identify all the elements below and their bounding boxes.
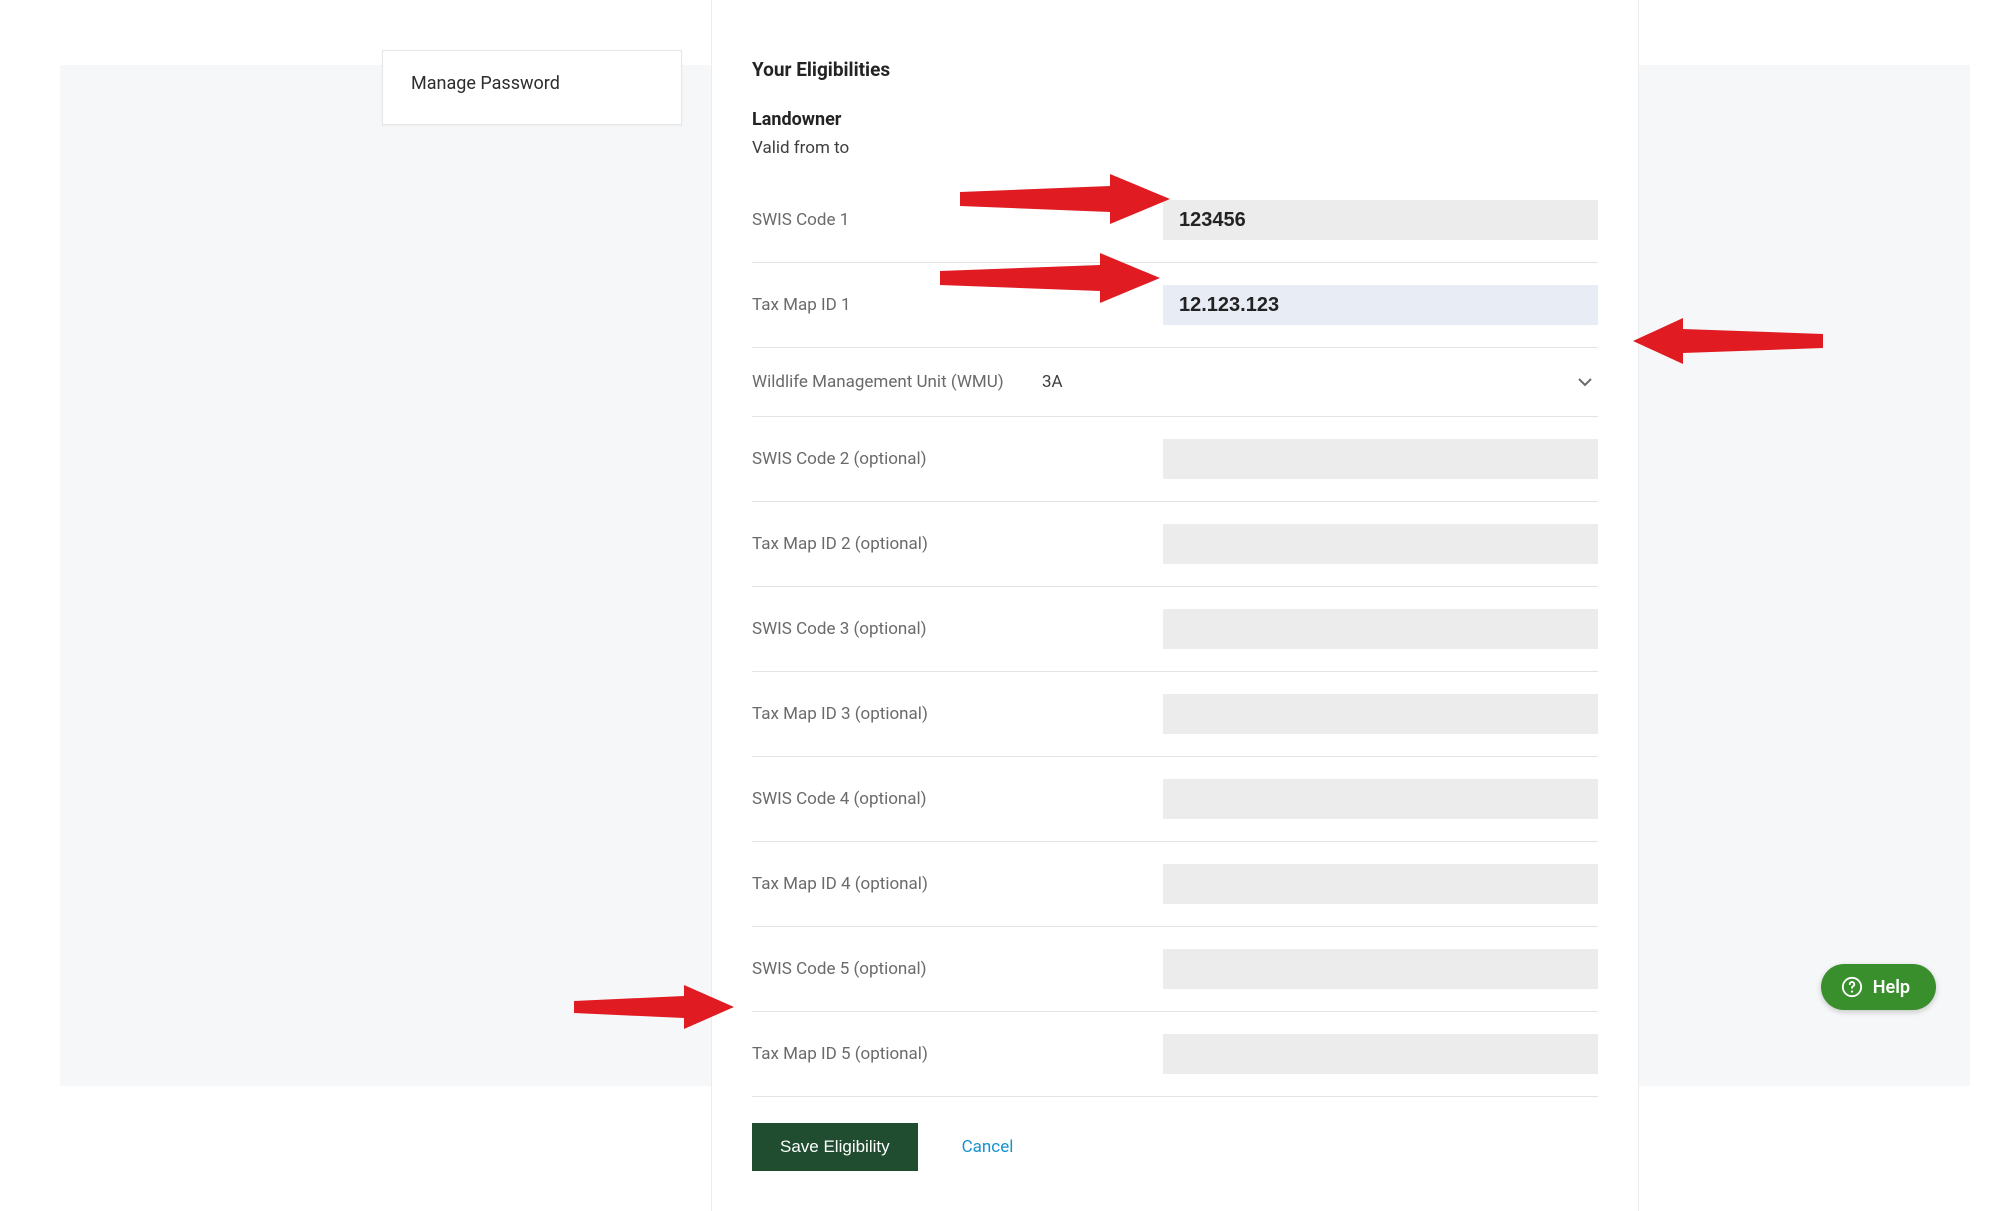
row-tax-map-2: Tax Map ID 2 (optional) bbox=[752, 502, 1598, 587]
section-subtitle-landowner: Landowner bbox=[752, 109, 1598, 130]
help-icon bbox=[1841, 976, 1863, 998]
main-card: Your Eligibilities Landowner Valid from … bbox=[711, 0, 1639, 1211]
sidebar-item-manage-password[interactable]: Manage Password bbox=[411, 73, 653, 94]
label-swis-code-1: SWIS Code 1 bbox=[752, 210, 1042, 230]
row-swis-code-1: SWIS Code 1 bbox=[752, 178, 1598, 263]
row-swis-code-4: SWIS Code 4 (optional) bbox=[752, 757, 1598, 842]
row-swis-code-2: SWIS Code 2 (optional) bbox=[752, 417, 1598, 502]
label-tax-map-5: Tax Map ID 5 (optional) bbox=[752, 1044, 1042, 1064]
input-tax-map-3[interactable] bbox=[1163, 694, 1598, 734]
input-tax-map-2[interactable] bbox=[1163, 524, 1598, 564]
row-tax-map-5: Tax Map ID 5 (optional) bbox=[752, 1012, 1598, 1097]
label-tax-map-3: Tax Map ID 3 (optional) bbox=[752, 704, 1042, 724]
actions-row: Save Eligibility Cancel bbox=[752, 1123, 1598, 1171]
input-tax-map-5[interactable] bbox=[1163, 1034, 1598, 1074]
page-title: Your Eligibilities bbox=[752, 58, 1598, 81]
save-eligibility-button[interactable]: Save Eligibility bbox=[752, 1123, 918, 1171]
input-tax-map-1[interactable] bbox=[1163, 285, 1598, 325]
row-swis-code-5: SWIS Code 5 (optional) bbox=[752, 927, 1598, 1012]
row-swis-code-3: SWIS Code 3 (optional) bbox=[752, 587, 1598, 672]
wmu-selected-value: 3A bbox=[1042, 372, 1063, 392]
input-swis-code-3[interactable] bbox=[1163, 609, 1598, 649]
label-swis-code-2: SWIS Code 2 (optional) bbox=[752, 449, 1042, 469]
input-tax-map-4[interactable] bbox=[1163, 864, 1598, 904]
row-tax-map-1: Tax Map ID 1 bbox=[752, 263, 1598, 348]
label-tax-map-4: Tax Map ID 4 (optional) bbox=[752, 874, 1042, 894]
row-tax-map-4: Tax Map ID 4 (optional) bbox=[752, 842, 1598, 927]
sidebar-card: Manage Password bbox=[382, 50, 682, 125]
row-wmu-select[interactable]: Wildlife Management Unit (WMU) 3A bbox=[752, 348, 1598, 417]
label-swis-code-3: SWIS Code 3 (optional) bbox=[752, 619, 1042, 639]
cancel-link[interactable]: Cancel bbox=[962, 1137, 1014, 1157]
help-button[interactable]: Help bbox=[1821, 964, 1936, 1010]
input-swis-code-1[interactable] bbox=[1163, 200, 1598, 240]
valid-range-text: Valid from to bbox=[752, 138, 1598, 158]
label-wmu: Wildlife Management Unit (WMU) bbox=[752, 372, 1042, 392]
row-tax-map-3: Tax Map ID 3 (optional) bbox=[752, 672, 1598, 757]
help-label: Help bbox=[1873, 977, 1910, 998]
input-swis-code-4[interactable] bbox=[1163, 779, 1598, 819]
chevron-down-icon[interactable] bbox=[1578, 377, 1592, 387]
input-swis-code-5[interactable] bbox=[1163, 949, 1598, 989]
label-tax-map-1: Tax Map ID 1 bbox=[752, 295, 1042, 315]
label-swis-code-5: SWIS Code 5 (optional) bbox=[752, 959, 1042, 979]
label-tax-map-2: Tax Map ID 2 (optional) bbox=[752, 534, 1042, 554]
input-swis-code-2[interactable] bbox=[1163, 439, 1598, 479]
label-swis-code-4: SWIS Code 4 (optional) bbox=[752, 789, 1042, 809]
